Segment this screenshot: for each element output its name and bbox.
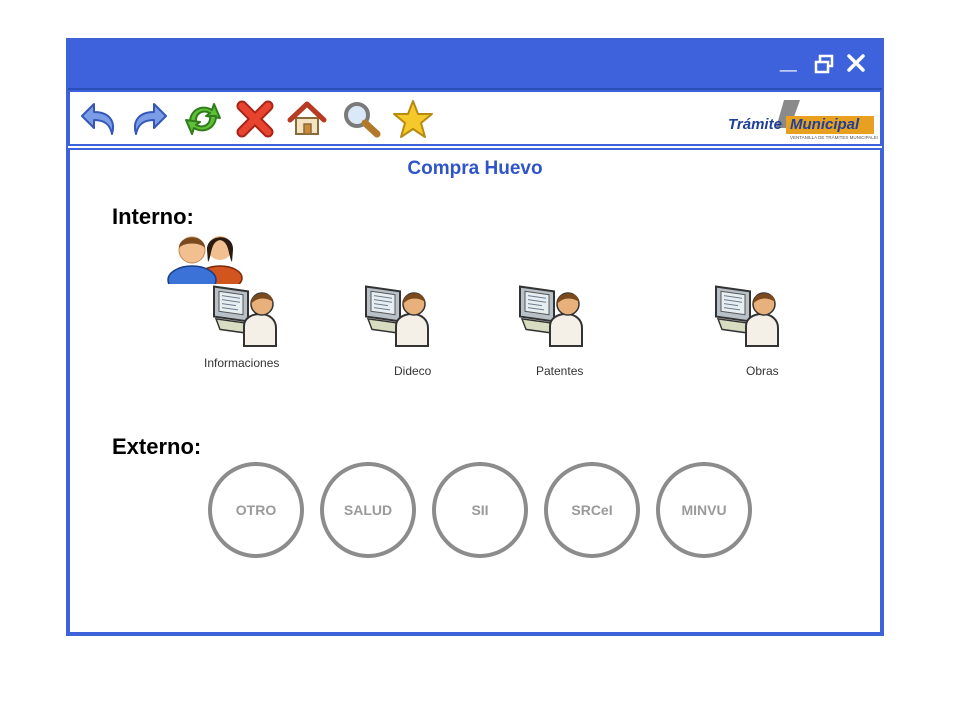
interno-heading: Interno: — [112, 204, 194, 229]
computer-user-icon — [519, 285, 583, 347]
external-srcei-button[interactable]: SRCeI — [544, 462, 640, 558]
svg-text:Municipal: Municipal — [790, 116, 860, 133]
external-minvu-button[interactable]: MINVU — [656, 462, 752, 558]
dept-label: Informaciones — [204, 356, 280, 370]
computer-user-icon — [715, 285, 779, 347]
back-arrow-icon[interactable] — [78, 98, 120, 140]
dept-dideco[interactable]: Dideco — [334, 282, 454, 382]
users-icon — [167, 236, 243, 284]
dept-informaciones[interactable]: Informaciones — [182, 282, 302, 382]
svg-text:VENTANILLA DE TRÁMITES MUNICIP: VENTANILLA DE TRÁMITES MUNICIPALES — [790, 134, 878, 140]
star-icon[interactable] — [392, 98, 434, 140]
app-window: _ Trámite Municipal VENTANILLA DE TRÁMIT… — [66, 38, 884, 636]
main-content: Compra Huevo Interno: Informaciones Dide… — [68, 148, 882, 634]
externo-heading: Externo: — [112, 434, 202, 459]
restore-icon[interactable] — [814, 54, 834, 74]
toolbar: Trámite Municipal VENTANILLA DE TRÁMITES… — [68, 90, 882, 146]
page-title: Compra Huevo — [407, 158, 543, 179]
external-salud-button[interactable]: SALUD — [320, 462, 416, 558]
dept-obras[interactable]: Obras — [684, 282, 804, 382]
tramite-municipal-logo: Trámite Municipal VENTANILLA DE TRÁMITES… — [728, 100, 878, 140]
external-label: OTRO — [235, 502, 277, 518]
close-icon[interactable] — [846, 53, 866, 73]
home-icon[interactable] — [286, 98, 328, 140]
external-label: SRCeI — [571, 502, 613, 518]
external-label: SII — [471, 502, 489, 518]
external-label: SALUD — [343, 502, 393, 518]
dept-label: Dideco — [394, 364, 432, 378]
forward-arrow-icon[interactable] — [128, 98, 170, 140]
title-bar: _ — [68, 40, 882, 90]
computer-user-icon — [213, 285, 277, 347]
computer-user-icon — [365, 285, 429, 347]
external-label: MINVU — [681, 502, 727, 518]
delete-icon[interactable] — [234, 98, 276, 140]
external-otro-button[interactable]: OTRO — [208, 462, 304, 558]
external-sii-button[interactable]: SII — [432, 462, 528, 558]
minimize-button[interactable]: _ — [780, 44, 797, 74]
dept-patentes[interactable]: Patentes — [488, 282, 608, 382]
dept-label: Obras — [746, 364, 779, 378]
search-icon[interactable] — [340, 98, 382, 140]
svg-text:Trámite: Trámite — [728, 116, 782, 133]
refresh-icon[interactable] — [182, 98, 224, 140]
dept-label: Patentes — [536, 364, 584, 378]
